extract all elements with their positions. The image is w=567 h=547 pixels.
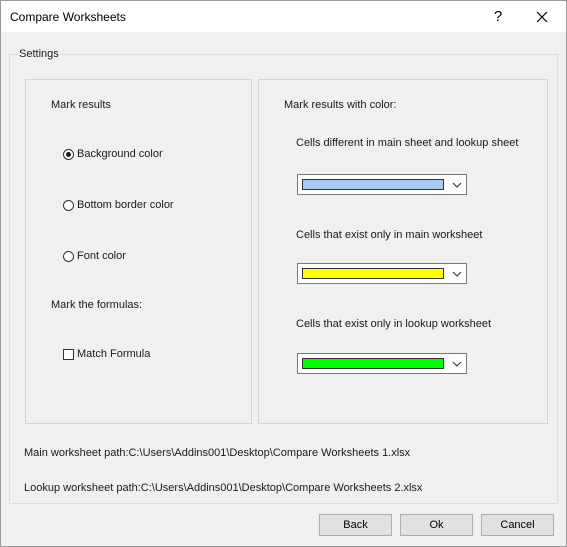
lookup-only-color-dropdown[interactable] <box>297 353 467 374</box>
match-formula-checkbox[interactable]: Match Formula <box>63 348 150 360</box>
title-bar: Compare Worksheets ? <box>1 1 566 32</box>
radio-font-color[interactable]: Font color <box>63 250 126 262</box>
mark-results-panel <box>25 79 252 424</box>
main-only-color-dropdown[interactable] <box>297 263 467 284</box>
help-button[interactable]: ? <box>479 3 517 30</box>
radio-indicator <box>63 199 74 211</box>
close-button[interactable] <box>523 3 561 30</box>
radio-label: Bottom border color <box>77 199 174 211</box>
settings-legend: Settings <box>17 48 61 60</box>
chevron-down-icon <box>452 182 462 188</box>
radio-selected-dot <box>66 151 71 157</box>
diff-cells-label: Cells different in main sheet and lookup… <box>296 137 519 149</box>
radio-background-color[interactable]: Background color <box>63 148 163 160</box>
close-icon <box>536 11 548 22</box>
color-swatch <box>302 268 444 279</box>
mark-formulas-heading: Mark the formulas: <box>51 299 143 311</box>
checkbox-label: Match Formula <box>77 348 151 360</box>
mark-color-heading: Mark results with color: <box>284 99 397 111</box>
radio-bottom-border-color[interactable]: Bottom border color <box>63 199 174 211</box>
main-worksheet-path: Main worksheet path:C:\Users\Addins001\D… <box>24 447 411 459</box>
radio-indicator <box>63 250 74 262</box>
cancel-button[interactable]: Cancel <box>481 514 554 536</box>
lookup-worksheet-path: Lookup worksheet path:C:\Users\Addins001… <box>24 482 423 494</box>
main-only-cells-label: Cells that exist only in main worksheet <box>296 229 483 241</box>
back-button[interactable]: Back <box>319 514 392 536</box>
radio-indicator <box>63 148 74 160</box>
chevron-down-icon <box>452 271 462 277</box>
checkbox-indicator <box>63 348 74 360</box>
radio-label: Background color <box>77 148 163 160</box>
mark-results-heading: Mark results <box>51 99 111 111</box>
radio-label: Font color <box>77 250 126 262</box>
compare-worksheets-dialog: Compare Worksheets ? Settings Mark resul… <box>0 0 567 547</box>
ok-button[interactable]: Ok <box>400 514 473 536</box>
color-swatch <box>302 358 444 369</box>
window-title: Compare Worksheets <box>10 10 126 24</box>
diff-cells-color-dropdown[interactable] <box>297 174 467 195</box>
color-swatch <box>302 179 444 190</box>
chevron-down-icon <box>452 361 462 367</box>
lookup-only-cells-label: Cells that exist only in lookup workshee… <box>296 318 492 330</box>
